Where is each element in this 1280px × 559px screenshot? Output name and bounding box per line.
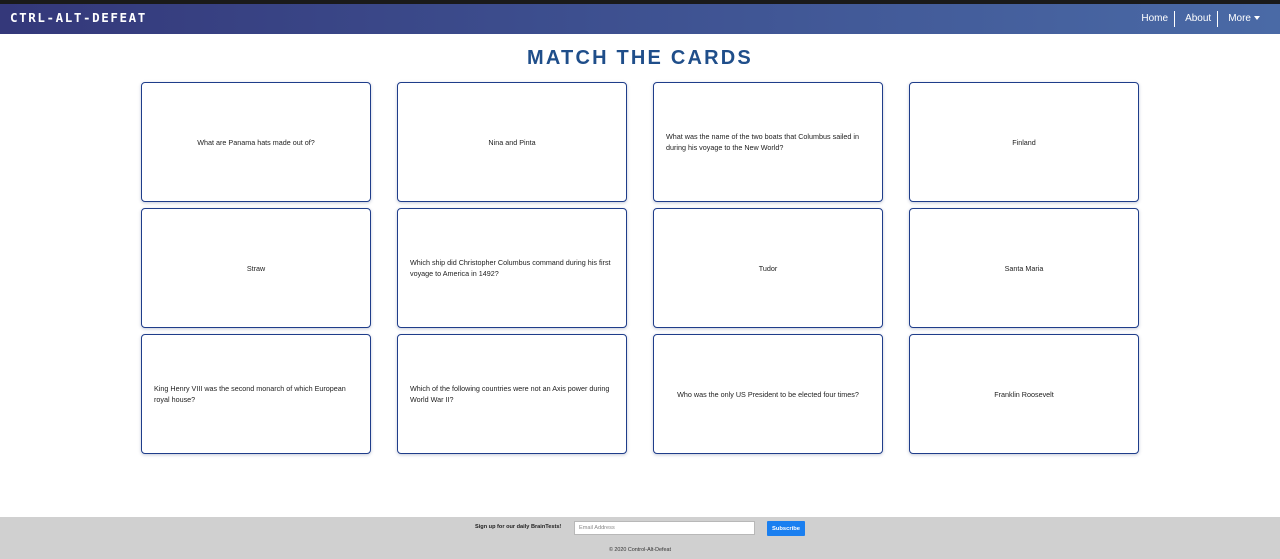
match-card[interactable]: Tudor	[653, 208, 883, 328]
card-text: Which ship did Christopher Columbus comm…	[410, 258, 611, 278]
match-card[interactable]: What was the name of the two boats that …	[653, 82, 883, 202]
match-card[interactable]: Franklin Roosevelt	[909, 334, 1139, 454]
card-text: What was the name of the two boats that …	[666, 132, 859, 152]
match-card[interactable]: What are Panama hats made out of?	[141, 82, 371, 202]
chevron-down-icon	[1254, 16, 1260, 21]
card-text: Which of the following countries were no…	[410, 384, 610, 404]
email-input[interactable]	[574, 521, 755, 535]
card-text: What are Panama hats made out of?	[197, 137, 315, 147]
brand-logo[interactable]: CTRL-ALT-DEFEAT	[10, 10, 147, 25]
navbar: CTRL-ALT-DEFEAT Home About More	[0, 4, 1280, 34]
page-title: MATCH THE CARDS	[527, 47, 753, 69]
nav-dropdown-more[interactable]: More	[1217, 11, 1266, 27]
card-grid: What are Panama hats made out of? Nina a…	[141, 82, 1139, 454]
card-text: Santa Maria	[1004, 263, 1044, 273]
match-card[interactable]: King Henry VIII was the second monarch o…	[141, 334, 371, 454]
match-card[interactable]: Who was the only US President to be elec…	[653, 334, 883, 454]
copyright-text: © 2020 Control-Alt-Defeat	[608, 547, 672, 553]
card-text: Who was the only US President to be elec…	[677, 389, 859, 399]
nav-dropdown-more-label: More	[1228, 13, 1251, 24]
card-text: King Henry VIII was the second monarch o…	[154, 384, 346, 404]
card-text: Tudor	[758, 263, 778, 273]
nav-link-home[interactable]: Home	[1141, 11, 1174, 27]
card-text: Franklin Roosevelt	[994, 389, 1054, 399]
match-card[interactable]: Which ship did Christopher Columbus comm…	[397, 208, 627, 328]
card-text: Nina and Pinta	[488, 137, 536, 147]
card-text: Straw	[246, 263, 266, 273]
signup-label: Sign up for our daily BrainTests!	[475, 524, 562, 530]
match-card[interactable]: Straw	[141, 208, 371, 328]
match-card[interactable]: Which of the following countries were no…	[397, 334, 627, 454]
match-card[interactable]: Santa Maria	[909, 208, 1139, 328]
subscribe-button[interactable]: Subscribe	[767, 521, 805, 536]
nav-links: Home About More	[1141, 9, 1266, 29]
nav-link-about[interactable]: About	[1174, 11, 1217, 27]
card-text: Finland	[1012, 137, 1036, 147]
match-card[interactable]: Finland	[909, 82, 1139, 202]
match-card[interactable]: Nina and Pinta	[397, 82, 627, 202]
footer: Sign up for our daily BrainTests! Subscr…	[0, 517, 1280, 559]
